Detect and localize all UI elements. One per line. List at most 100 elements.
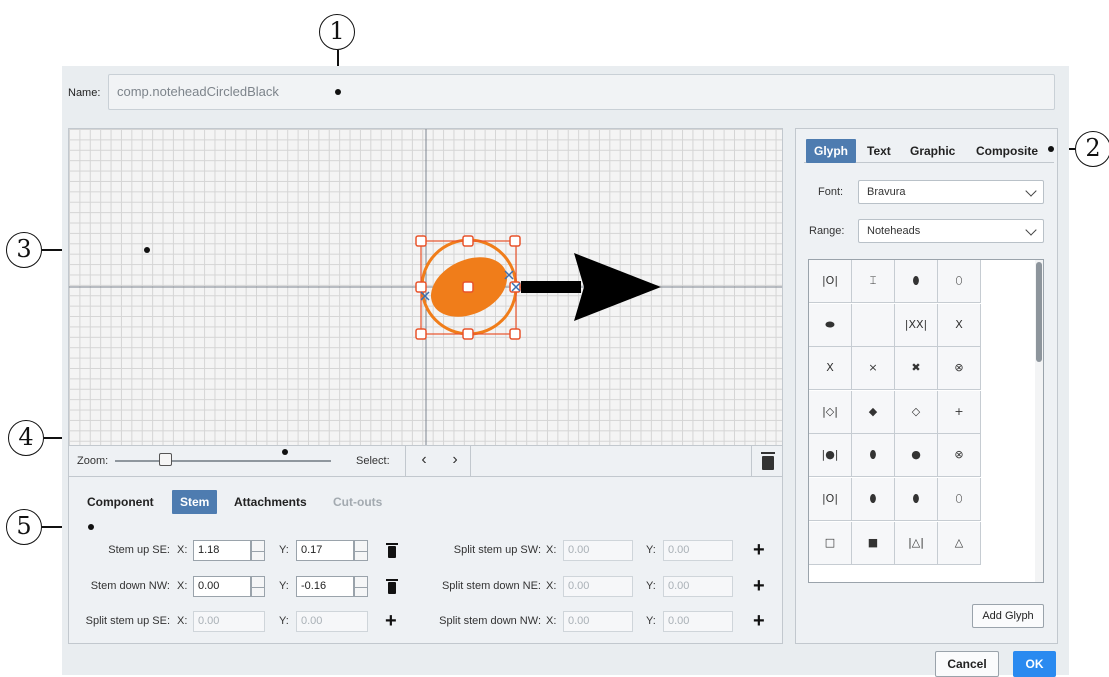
glyph-grid: |O| ⌶ ⬮ ⬯ ⬬ |XX| X X × ✖ ⊗ |◇| ◆ ◇ + |●| ⬮ ● ⊗ |O| ⬮ ⬮ ⬯ □ ■ |△| △ [808,259,1044,583]
glyph-cell[interactable] [852,303,895,347]
split-x-input[interactable]: 0.00 [563,611,633,632]
glyph-cell[interactable]: □ [809,521,852,565]
callout-2: 2 [1075,131,1109,167]
add-glyph-button[interactable]: Add Glyph [972,604,1044,628]
zoom-slider-handle[interactable] [159,453,172,466]
x-label: X: [546,580,557,592]
x-label: X: [546,544,557,556]
glyph-cell[interactable]: ■ [852,521,895,565]
split-y-input[interactable]: 0.00 [663,540,733,561]
tab-component[interactable]: Component [87,495,154,509]
glyph-cell[interactable]: |●| [809,434,852,478]
name-field[interactable]: comp.noteheadCircledBlack [108,74,1055,110]
zoom-slider-track[interactable] [115,460,331,462]
plus-icon[interactable]: + [385,611,397,631]
glyph-cell[interactable]: |△| [895,521,938,565]
stem-x-stepper[interactable] [251,540,265,561]
canvas-toolbar: Zoom: Select: ‹ › [68,446,783,477]
glyph-panel: Glyph Text Graphic Composite Font: Bravu… [795,128,1058,644]
stem-row-label: Stem up SE: [108,544,170,556]
glyph-cell[interactable]: |◇| [809,390,852,434]
glyph-cell[interactable]: ⬯ [938,478,981,521]
x-label: X: [177,544,188,556]
range-select-value: Noteheads [867,225,921,237]
glyph-cell[interactable]: ◆ [852,390,895,434]
glyph-cell[interactable]: X [809,347,852,391]
ok-button[interactable]: OK [1013,651,1056,677]
select-next-button[interactable]: › [440,450,470,472]
select-divider-2 [470,446,471,477]
callout-5-dot-top [88,524,94,530]
tab-glyph[interactable]: Glyph [806,139,857,163]
glyph-canvas[interactable] [68,128,783,446]
glyph-cell[interactable]: X [938,303,981,347]
y-label: Y: [646,580,656,592]
plus-icon[interactable]: + [753,576,765,596]
font-select[interactable]: Bravura [858,180,1044,204]
tab-attachments[interactable]: Attachments [234,495,307,509]
glyph-cell[interactable]: ⬮ [895,260,938,303]
stem-y-input[interactable]: 0.17 [296,540,354,561]
glyph-cell[interactable]: + [938,390,981,434]
glyph-cell[interactable]: ⬮ [852,478,895,521]
select-previous-button[interactable]: ‹ [409,450,439,472]
stem-row-label: Split stem up SE: [85,615,170,627]
direction-arrow [521,253,661,321]
tab-text[interactable]: Text [867,144,891,158]
stem-x-input[interactable]: 0.00 [193,576,251,597]
callout-1-dot-top [335,89,341,95]
callout-1: 1 [319,14,355,50]
trash-icon[interactable] [386,579,398,594]
stem-y-input[interactable]: -0.16 [296,576,354,597]
glyph-cell[interactable]: × [852,347,895,391]
x-label: X: [546,615,557,627]
chevron-down-icon [1025,185,1037,197]
glyph-tabs: Glyph Text Graphic Composite [804,137,1054,163]
split-y-input[interactable]: 0.00 [663,576,733,597]
stem-y-stepper[interactable] [354,576,368,597]
split-row-label: Split stem down NE: [441,580,541,592]
stem-x-input[interactable]: 0.00 [193,611,265,632]
glyph-cell[interactable]: |XX| [895,303,938,347]
toolbar-divider-right [751,446,752,477]
split-y-input[interactable]: 0.00 [663,611,733,632]
y-label: Y: [279,544,289,556]
glyph-cell[interactable]: ⬯ [938,260,981,303]
glyph-cell[interactable]: ⊗ [938,434,981,478]
callout-3: 3 [6,232,42,268]
glyph-cell[interactable]: ⬮ [852,434,895,478]
glyph-cell[interactable]: ⌶ [852,260,895,303]
glyph-cell[interactable]: ⊗ [938,347,981,391]
tab-cut-outs[interactable]: Cut-outs [333,495,382,509]
glyph-scrollbar-thumb[interactable] [1036,262,1042,362]
glyph-cell[interactable]: △ [938,521,981,565]
glyph-cell[interactable]: |O| [809,478,852,521]
glyph-cell[interactable]: ✖ [895,347,938,391]
split-x-input[interactable]: 0.00 [563,576,633,597]
y-label: Y: [646,544,656,556]
stem-y-input[interactable]: 0.00 [296,611,368,632]
glyph-cell[interactable]: ⬬ [809,303,852,347]
stem-y-stepper[interactable] [354,540,368,561]
split-x-input[interactable]: 0.00 [563,540,633,561]
tab-composite[interactable]: Composite [976,144,1038,158]
glyph-cell[interactable]: ◇ [895,390,938,434]
stem-row-label: Stem down NW: [90,580,170,592]
glyph-cell[interactable]: ● [895,434,938,478]
stem-x-input[interactable]: 1.18 [193,540,251,561]
glyph-cell[interactable]: |O| [809,260,852,303]
stem-x-stepper[interactable] [251,576,265,597]
range-select[interactable]: Noteheads [858,219,1044,243]
tab-graphic[interactable]: Graphic [910,144,955,158]
cancel-button[interactable]: Cancel [935,651,999,677]
plus-icon[interactable]: + [753,540,765,560]
plus-icon[interactable]: + [753,611,765,631]
glyph-cell[interactable]: ⬮ [895,478,938,521]
trash-icon[interactable] [386,543,398,558]
split-row-label: Split stem down NW: [439,615,541,627]
callout-3-dot-top [144,247,150,253]
name-label: Name: [68,87,101,99]
delete-component-button[interactable] [761,452,775,471]
tab-stem[interactable]: Stem [172,490,218,514]
zoom-label: Zoom: [77,455,109,467]
